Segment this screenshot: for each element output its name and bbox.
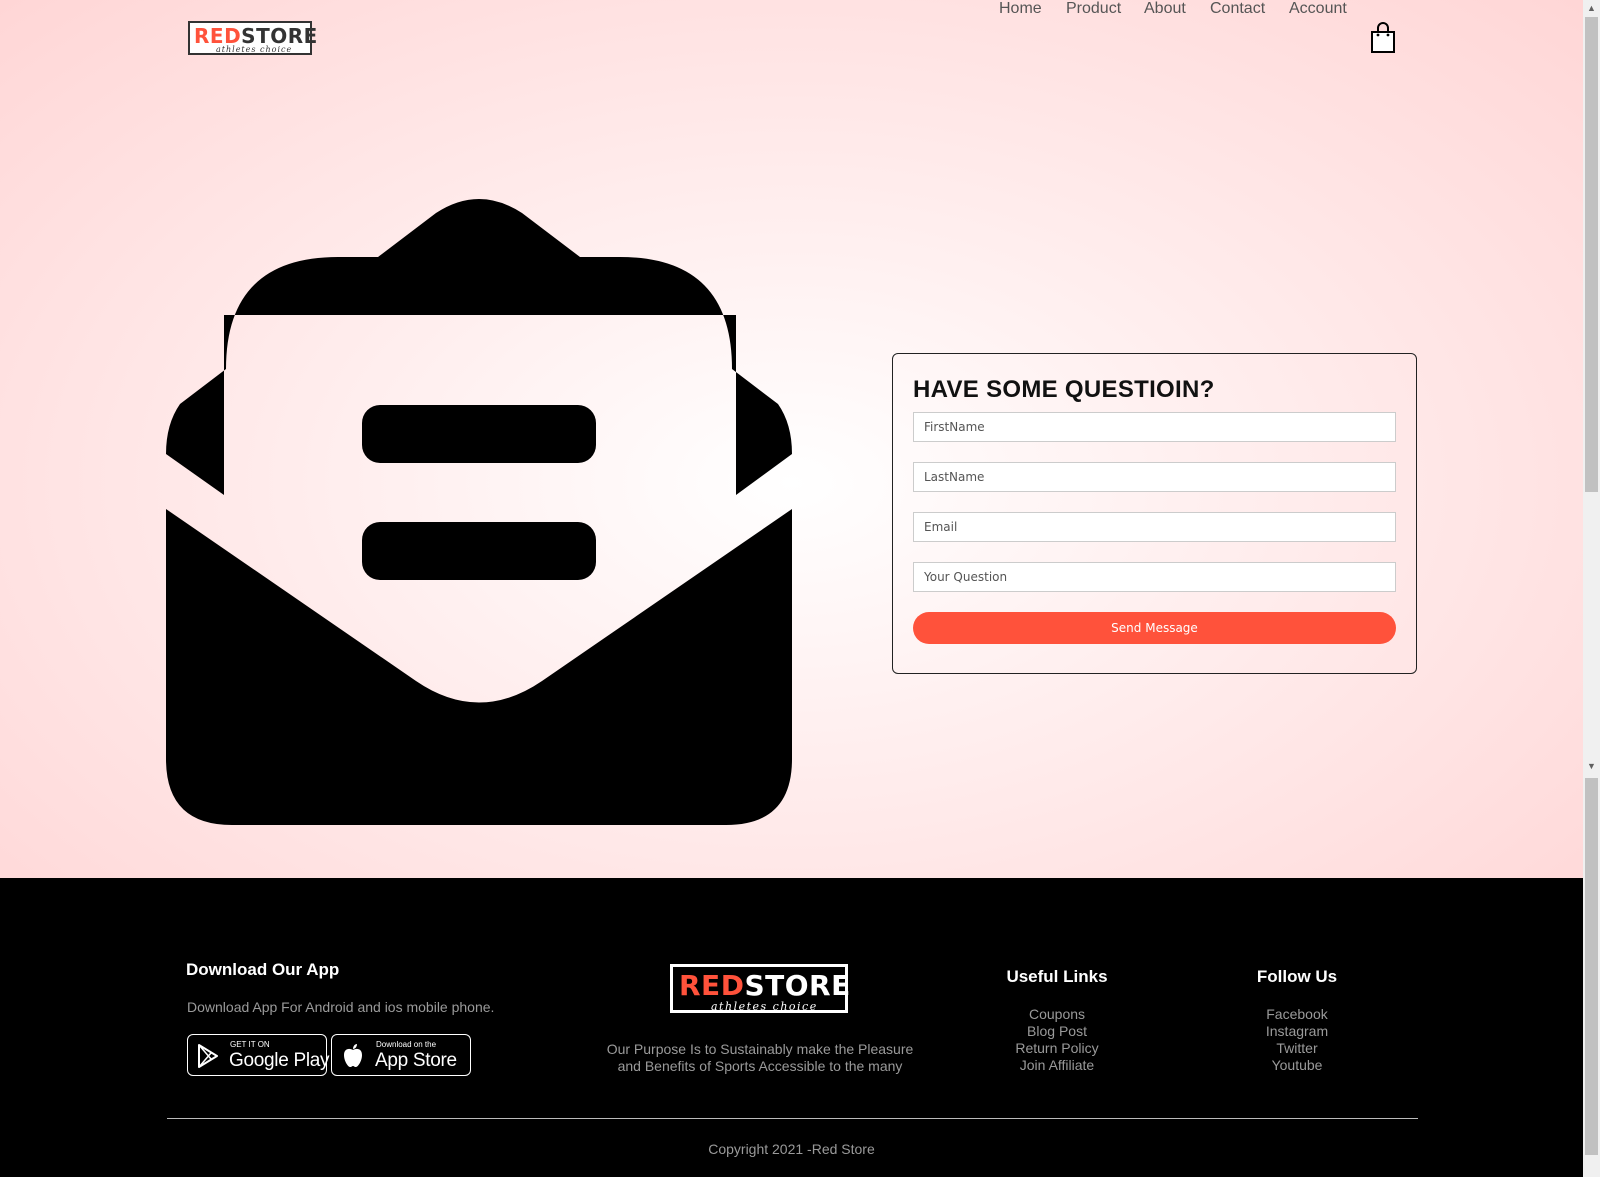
google-play-icon [198, 1044, 218, 1068]
last-name-input[interactable] [913, 462, 1396, 492]
follow-us-list: Facebook Instagram Twitter Youtube [1217, 1006, 1377, 1074]
scroll-down-arrow-icon[interactable]: ▼ [1583, 758, 1600, 775]
email-input[interactable] [913, 512, 1396, 542]
logo-wordmark: REDSTORE [194, 25, 318, 47]
logo-tagline: athletes choice [216, 45, 293, 54]
footer-logo-light-text: STORE [744, 969, 851, 1002]
app-store-button[interactable]: Download on the App Store [331, 1034, 471, 1076]
contact-form: HAVE SOME QUESTIOIN? Send Message [892, 353, 1417, 674]
follow-link-twitter[interactable]: Twitter [1217, 1040, 1377, 1057]
send-message-button[interactable]: Send Message [913, 612, 1396, 644]
brand-logo[interactable]: REDSTORE athletes choice [188, 21, 317, 55]
scrollbar-thumb-lower[interactable] [1585, 778, 1598, 1155]
first-name-input[interactable] [913, 412, 1396, 442]
footer-divider [167, 1118, 1418, 1119]
app-store-small-text: Download on the [376, 1040, 437, 1049]
scroll-up-arrow-icon[interactable]: ▲ [1583, 0, 1600, 17]
download-app-heading: Download Our App [186, 960, 340, 979]
nav-item-contact[interactable]: Contact [1210, 0, 1265, 18]
follow-us-heading: Follow Us [1256, 967, 1338, 986]
apple-icon [344, 1044, 362, 1067]
follow-link-facebook[interactable]: Facebook [1217, 1006, 1377, 1023]
footer-logo-wordmark: REDSTORE [679, 971, 851, 1001]
purpose-line-1: Our Purpose Is to Sustainably make the P… [606, 1041, 914, 1057]
google-play-small-text: GET IT ON [230, 1040, 270, 1049]
useful-link-blog-post[interactable]: Blog Post [977, 1023, 1137, 1040]
follow-link-youtube[interactable]: Youtube [1217, 1057, 1377, 1074]
nav-item-home[interactable]: Home [999, 0, 1042, 18]
copyright-text: Copyright 2021 -Red Store [708, 1141, 875, 1157]
follow-link-instagram[interactable]: Instagram [1217, 1023, 1377, 1040]
nav-item-about[interactable]: About [1144, 0, 1186, 18]
google-play-button[interactable]: GET IT ON Google Play [187, 1034, 330, 1076]
useful-link-join-affiliate[interactable]: Join Affiliate [977, 1057, 1137, 1074]
footer-logo-tagline: athletes choice [711, 1000, 818, 1013]
google-play-big-text: Google Play [229, 1050, 330, 1071]
mail-open-icon [166, 199, 792, 825]
scrollbar-thumb[interactable] [1585, 17, 1598, 492]
useful-links-heading: Useful Links [1006, 967, 1108, 986]
useful-links-list: Coupons Blog Post Return Policy Join Aff… [977, 1006, 1137, 1074]
contact-hero: REDSTORE athletes choice Home Product Ab… [0, 0, 1583, 878]
useful-link-coupons[interactable]: Coupons [977, 1006, 1137, 1023]
footer-logo[interactable]: REDSTORE athletes choice [670, 964, 851, 1013]
purpose-line-2: and Benefits of Sports Accessible to the… [617, 1058, 903, 1074]
cart-icon[interactable] [1370, 22, 1396, 54]
form-title: HAVE SOME QUESTIOIN? [913, 376, 1215, 403]
nav-item-account[interactable]: Account [1289, 0, 1347, 18]
page: REDSTORE athletes choice Home Product Ab… [0, 0, 1583, 1177]
footer-logo-red-text: RED [679, 969, 745, 1002]
app-store-big-text: App Store [375, 1050, 457, 1071]
page-scrollbar[interactable]: ▲ ▼ [1583, 0, 1600, 1177]
site-footer: Download Our App Download App For Androi… [0, 878, 1583, 1177]
nav-item-product[interactable]: Product [1066, 0, 1121, 18]
download-app-text: Download App For Android and ios mobile … [187, 999, 495, 1015]
question-input[interactable] [913, 562, 1396, 592]
useful-link-return-policy[interactable]: Return Policy [977, 1040, 1137, 1057]
